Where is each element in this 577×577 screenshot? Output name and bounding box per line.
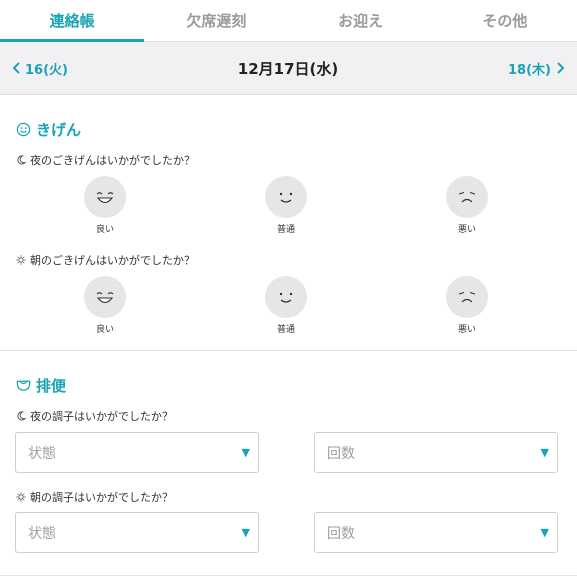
current-date-title: 12月17日(水) — [237, 59, 339, 78]
excretion-section-label: 排便 — [36, 377, 67, 395]
mood-option-label: 普通 — [276, 225, 295, 235]
excretion-morning-question: 朝の調子はいかがでしたか？ — [16, 489, 173, 505]
mood-option-label: 良い — [95, 225, 114, 235]
mood-morning-question-text: 朝のごきげんはいかがでしたか？ — [30, 254, 195, 267]
select-placeholder: 状態 — [28, 525, 56, 542]
sun-icon — [16, 492, 26, 502]
sad-face-icon — [446, 276, 488, 318]
mood-night-bad[interactable]: 悪い — [437, 176, 497, 235]
excretion-morning-state-select[interactable]: 状態 ▼ — [15, 512, 259, 553]
diaper-icon — [16, 380, 31, 391]
mood-section-label: きげん — [36, 121, 82, 139]
sad-face-icon — [446, 176, 488, 218]
caret-down-icon: ▼ — [241, 526, 250, 539]
mood-morning-bad[interactable]: 悪い — [437, 276, 497, 335]
excretion-night-question-text: 夜の調子はいかがでしたか？ — [30, 410, 173, 423]
caret-down-icon: ▼ — [540, 446, 549, 459]
next-day-button[interactable]: 18(木) — [508, 59, 565, 78]
mood-section-title: きげん — [16, 119, 81, 140]
neutral-face-icon — [265, 176, 307, 218]
neutral-face-icon — [265, 276, 307, 318]
date-navigation-bar: 16(火) 12月17日(水) 18(木) — [0, 42, 577, 95]
happy-face-icon — [84, 276, 126, 318]
mood-night-good[interactable]: 良い — [75, 176, 135, 235]
select-placeholder: 状態 — [28, 445, 56, 462]
excretion-section-title: 排便 — [16, 375, 66, 396]
mood-night-normal[interactable]: 普通 — [256, 176, 316, 235]
happy-face-icon — [84, 176, 126, 218]
excretion-night-count-select[interactable]: 回数 ▼ — [314, 432, 558, 473]
mood-morning-good[interactable]: 良い — [75, 276, 135, 335]
mood-night-question-text: 夜のごきげんはいかがでしたか？ — [30, 154, 195, 167]
prev-day-label: 16(火) — [25, 62, 68, 78]
mood-option-label: 普通 — [276, 325, 295, 335]
moon-icon — [17, 411, 26, 421]
next-day-label: 18(木) — [508, 62, 551, 78]
caret-down-icon: ▼ — [540, 526, 549, 539]
select-placeholder: 回数 — [327, 445, 355, 462]
tab-pickup[interactable]: お迎え — [289, 0, 433, 41]
section-divider — [0, 575, 577, 576]
excretion-morning-count-select[interactable]: 回数 ▼ — [314, 512, 558, 553]
tab-absence[interactable]: 欠席遅刻 — [144, 0, 288, 41]
excretion-morning-question-text: 朝の調子はいかがでしたか？ — [30, 491, 173, 504]
prev-day-button[interactable]: 16(火) — [12, 59, 68, 78]
excretion-night-question: 夜の調子はいかがでしたか？ — [16, 408, 173, 424]
moon-icon — [17, 155, 26, 165]
section-divider — [0, 350, 577, 351]
smiley-icon — [16, 122, 31, 137]
excretion-night-state-select[interactable]: 状態 ▼ — [15, 432, 259, 473]
mood-night-question: 夜のごきげんはいかがでしたか？ — [16, 152, 195, 168]
caret-down-icon: ▼ — [241, 446, 250, 459]
chevron-right-icon — [557, 62, 565, 74]
tab-bar: 連絡帳 欠席遅刻 お迎え その他 — [0, 0, 577, 42]
mood-morning-normal[interactable]: 普通 — [256, 276, 316, 335]
tab-other[interactable]: その他 — [433, 0, 577, 41]
mood-option-label: 悪い — [457, 325, 476, 335]
mood-option-label: 悪い — [457, 225, 476, 235]
select-placeholder: 回数 — [327, 525, 355, 542]
chevron-left-icon — [12, 62, 20, 74]
sun-icon — [16, 255, 26, 265]
tab-contact-book[interactable]: 連絡帳 — [0, 0, 145, 42]
mood-morning-question: 朝のごきげんはいかがでしたか？ — [16, 252, 195, 268]
mood-option-label: 良い — [95, 325, 114, 335]
